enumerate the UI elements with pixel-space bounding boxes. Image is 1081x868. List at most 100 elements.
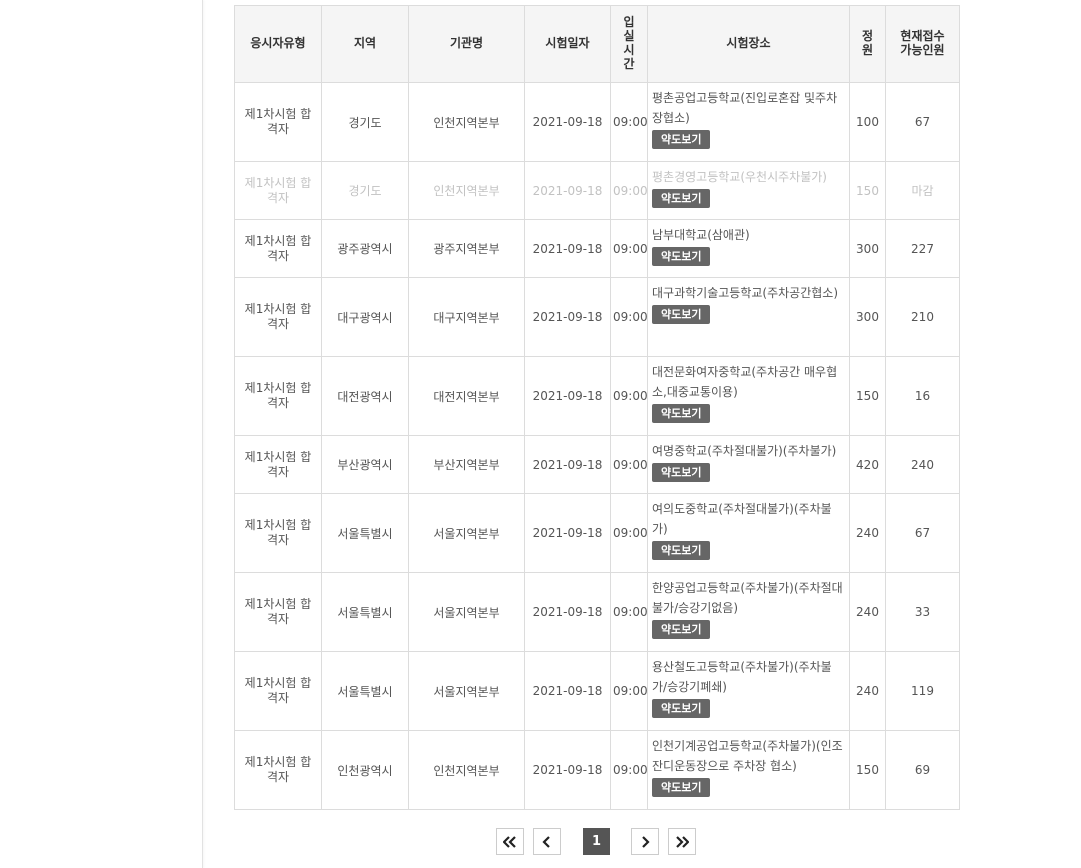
table-row: 제1차시험 합격자 대전광역시 대전지역본부 2021-09-18 09:00 대전문화여… xyxy=(234,356,960,436)
region-cell: 서울특별시 xyxy=(321,493,409,573)
chevron-right-icon xyxy=(642,835,650,848)
applicant-type-cell: 제1차시험 합격자 xyxy=(234,277,322,357)
table-row: 제1차시험 합격자 광주광역시 광주지역본부 2021-09-18 09:00 남부대학교… xyxy=(234,219,960,278)
table-body: 제1차시험 합격자 경기도 인천지역본부 2021-09-18 09:00 평촌공업고등학… xyxy=(234,82,960,810)
page-number-current[interactable]: 1 xyxy=(583,828,610,855)
table-header-row: 응시자유형 지역 기관명 시험일자 입 실 시 간 시험장소 정 원 현재접수 … xyxy=(234,5,960,83)
exam-place-name: 용산철도고등학교(주차불가)(주차불가/승강기폐쇄) xyxy=(652,660,832,694)
exam-schedule-table-container: 응시자유형 지역 기관명 시험일자 입 실 시 간 시험장소 정 원 현재접수 … xyxy=(234,5,960,810)
available-count-cell: 210 xyxy=(885,277,960,357)
exam-date-cell: 2021-09-18 xyxy=(524,82,611,162)
exam-place-name: 대전문화여자중학교(주차공간 매우협소,대중교통이용) xyxy=(652,365,838,399)
exam-place-name: 평촌경영고등학교(우천시주차불가) xyxy=(652,170,827,184)
exam-date-cell: 2021-09-18 xyxy=(524,572,611,652)
applicant-type-cell: 제1차시험 합격자 xyxy=(234,493,322,573)
applicant-type-cell: 제1차시험 합격자 xyxy=(234,161,322,220)
map-view-button[interactable]: 약도보기 xyxy=(652,463,711,482)
header-entry-time: 입 실 시 간 xyxy=(610,5,648,83)
region-cell: 부산광역시 xyxy=(321,435,409,494)
available-count-cell: 33 xyxy=(885,572,960,652)
exam-place-cell: 인천기계공업고등학교(주차불가)(인조잔디운동장으로 주차장 협소) 약도보기 xyxy=(647,730,850,810)
exam-place-name: 남부대학교(삼애관) xyxy=(652,228,750,242)
exam-date-cell: 2021-09-18 xyxy=(524,356,611,436)
entry-time-cell: 09:00 xyxy=(610,651,648,731)
map-view-button[interactable]: 약도보기 xyxy=(652,404,711,423)
map-view-button[interactable]: 약도보기 xyxy=(652,541,711,560)
last-page-button[interactable] xyxy=(668,828,696,855)
closed-status-cell: 마감 xyxy=(885,161,960,220)
prev-page-button[interactable] xyxy=(533,828,561,855)
entry-time-cell: 09:00 xyxy=(610,356,648,436)
left-sidebar-panel xyxy=(0,0,203,868)
exam-place-cell: 대전문화여자중학교(주차공간 매우협소,대중교통이용) 약도보기 xyxy=(647,356,850,436)
map-view-button[interactable]: 약도보기 xyxy=(652,778,711,797)
table-row: 제1차시험 합격자 인천광역시 인천지역본부 2021-09-18 09:00 인천기계공… xyxy=(234,730,960,810)
region-cell: 서울특별시 xyxy=(321,651,409,731)
exam-date-cell: 2021-09-18 xyxy=(524,493,611,573)
exam-place-cell: 여의도중학교(주차절대불가)(주차불가) 약도보기 xyxy=(647,493,850,573)
map-view-button[interactable]: 약도보기 xyxy=(652,130,711,149)
region-cell: 대전광역시 xyxy=(321,356,409,436)
region-cell: 광주광역시 xyxy=(321,219,409,278)
exam-schedule-table: 응시자유형 지역 기관명 시험일자 입 실 시 간 시험장소 정 원 현재접수 … xyxy=(234,5,960,810)
exam-place-name: 인천기계공업고등학교(주차불가)(인조잔디운동장으로 주차장 협소) xyxy=(652,739,843,773)
first-page-button[interactable] xyxy=(496,828,524,855)
applicant-type-cell: 제1차시험 합격자 xyxy=(234,730,322,810)
exam-date-cell: 2021-09-18 xyxy=(524,435,611,494)
org-cell: 대구지역본부 xyxy=(408,277,525,357)
entry-time-cell: 09:00 xyxy=(610,82,648,162)
exam-place-cell: 평촌공업고등학교(진입로혼잡 및주차장협소) 약도보기 xyxy=(647,82,850,162)
double-chevron-left-icon xyxy=(503,835,516,848)
header-applicant-type: 응시자유형 xyxy=(234,5,322,83)
exam-date-cell: 2021-09-18 xyxy=(524,730,611,810)
exam-place-cell: 평촌경영고등학교(우천시주차불가) 약도보기 xyxy=(647,161,850,220)
map-view-button[interactable]: 약도보기 xyxy=(652,247,711,266)
org-cell: 부산지역본부 xyxy=(408,435,525,494)
map-view-button[interactable]: 약도보기 xyxy=(652,189,711,208)
exam-place-cell: 대구과학기술고등학교(주차공간협소) 약도보기 xyxy=(647,277,850,357)
capacity-cell: 150 xyxy=(849,730,886,810)
exam-date-cell: 2021-09-18 xyxy=(524,651,611,731)
entry-time-cell: 09:00 xyxy=(610,219,648,278)
org-cell: 서울지역본부 xyxy=(408,651,525,731)
available-count-cell: 69 xyxy=(885,730,960,810)
header-capacity: 정 원 xyxy=(849,5,886,83)
entry-time-cell: 09:00 xyxy=(610,572,648,652)
map-view-button[interactable]: 약도보기 xyxy=(652,620,711,639)
available-count-cell: 240 xyxy=(885,435,960,494)
entry-time-cell: 09:00 xyxy=(610,277,648,357)
map-view-button[interactable]: 약도보기 xyxy=(652,699,711,718)
region-cell: 경기도 xyxy=(321,161,409,220)
capacity-cell: 240 xyxy=(849,493,886,573)
capacity-cell: 150 xyxy=(849,161,886,220)
header-date: 시험일자 xyxy=(524,5,611,83)
exam-date-cell: 2021-09-18 xyxy=(524,219,611,278)
org-cell: 인천지역본부 xyxy=(408,730,525,810)
exam-place-name: 여의도중학교(주차절대불가)(주차불가) xyxy=(652,502,832,536)
exam-place-cell: 용산철도고등학교(주차불가)(주차불가/승강기폐쇄) 약도보기 xyxy=(647,651,850,731)
header-place: 시험장소 xyxy=(647,5,850,83)
exam-place-name: 대구과학기술고등학교(주차공간협소) xyxy=(652,286,839,300)
header-available: 현재접수 가능인원 xyxy=(885,5,960,83)
entry-time-cell: 09:00 xyxy=(610,493,648,573)
header-org: 기관명 xyxy=(408,5,525,83)
table-row: 제1차시험 합격자 경기도 인천지역본부 2021-09-18 09:00 평촌공업고등학… xyxy=(234,82,960,162)
exam-place-cell: 남부대학교(삼애관) 약도보기 xyxy=(647,219,850,278)
table-row: 제1차시험 합격자 경기도 인천지역본부 2021-09-18 09:00 평촌경영고등학… xyxy=(234,161,960,220)
region-cell: 인천광역시 xyxy=(321,730,409,810)
exam-date-cell: 2021-09-18 xyxy=(524,277,611,357)
table-row: 제1차시험 합격자 서울특별시 서울지역본부 2021-09-18 09:00 한양공업고… xyxy=(234,572,960,652)
capacity-cell: 300 xyxy=(849,277,886,357)
org-cell: 인천지역본부 xyxy=(408,82,525,162)
exam-place-name: 평촌공업고등학교(진입로혼잡 및주차장협소) xyxy=(652,91,838,125)
chevron-left-icon xyxy=(542,835,550,848)
next-page-button[interactable] xyxy=(631,828,659,855)
applicant-type-cell: 제1차시험 합격자 xyxy=(234,435,322,494)
available-count-cell: 119 xyxy=(885,651,960,731)
map-view-button[interactable]: 약도보기 xyxy=(652,305,711,324)
entry-time-cell: 09:00 xyxy=(610,161,648,220)
applicant-type-cell: 제1차시험 합격자 xyxy=(234,82,322,162)
available-count-cell: 227 xyxy=(885,219,960,278)
region-cell: 경기도 xyxy=(321,82,409,162)
applicant-type-cell: 제1차시험 합격자 xyxy=(234,651,322,731)
